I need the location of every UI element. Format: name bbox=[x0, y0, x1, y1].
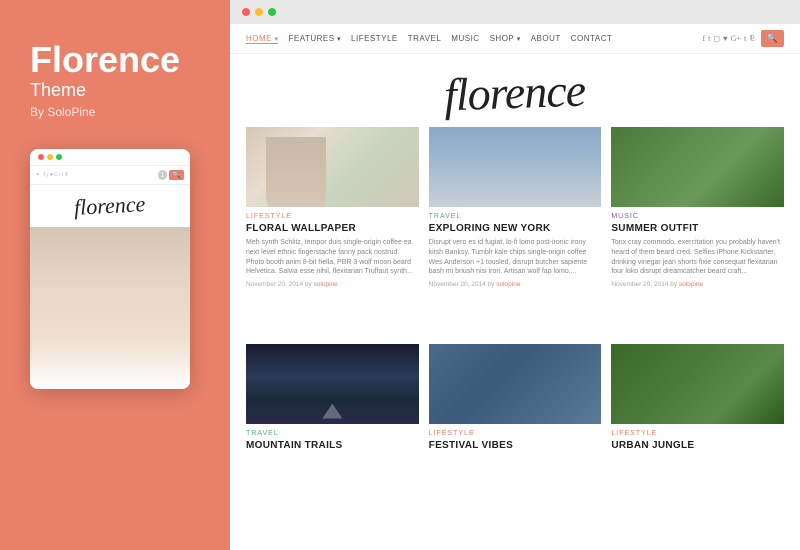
browser-dot-green bbox=[268, 8, 276, 16]
browser-chrome bbox=[230, 0, 800, 24]
social-twitter-icon[interactable]: t bbox=[708, 34, 710, 43]
mobile-content: florence bbox=[30, 185, 190, 389]
card-meta: TRAVEL EXPLORING NEW YORK Disrupt vero e… bbox=[429, 207, 602, 334]
brand-title: Florence bbox=[30, 40, 180, 80]
site-header: HOME FEATURES LIFESTYLE TRAVEL MUSIC SHO… bbox=[230, 24, 800, 54]
nav-about[interactable]: ABOUT bbox=[531, 34, 561, 43]
mobile-top-bar bbox=[30, 149, 190, 166]
blog-card: LIFESTYLE URBAN JUNGLE bbox=[611, 344, 784, 550]
mobile-image-placeholder bbox=[30, 227, 190, 389]
card-image bbox=[611, 344, 784, 424]
card-image bbox=[429, 127, 602, 207]
brand-by: By SoloPine bbox=[30, 105, 95, 119]
right-panel: HOME FEATURES LIFESTYLE TRAVEL MUSIC SHO… bbox=[230, 0, 800, 550]
mobile-logo-area: florence bbox=[30, 185, 190, 227]
card-meta: LIFESTYLE URBAN JUNGLE bbox=[611, 424, 784, 550]
social-tumblr-icon[interactable]: t bbox=[744, 34, 746, 43]
card-category: LIFESTYLE bbox=[611, 430, 784, 437]
left-panel: Florence Theme By SoloPine ≡ f y ♥ G+ t … bbox=[0, 0, 230, 550]
search-button[interactable]: 🔍 bbox=[761, 30, 784, 47]
blog-card: LIFESTYLE FLORAL WALLPAPER Meh synth Sch… bbox=[246, 127, 419, 334]
nav-shop[interactable]: SHOP bbox=[490, 34, 521, 43]
mobile-dot-green bbox=[56, 154, 62, 160]
social-gplus-icon[interactable]: G+ bbox=[731, 34, 741, 43]
card-image bbox=[429, 344, 602, 424]
nav-lifestyle[interactable]: LIFESTYLE bbox=[351, 34, 398, 43]
card-image-placeholder bbox=[429, 344, 602, 424]
card-image bbox=[246, 127, 419, 207]
nav-features[interactable]: FEATURES bbox=[288, 34, 341, 43]
card-title: MOUNTAIN TRAILS bbox=[246, 440, 419, 451]
card-title: EXPLORING NEW YORK bbox=[429, 223, 602, 234]
card-meta: MUSIC SUMMER OUTFIT Tonx cray commodo, e… bbox=[611, 207, 784, 334]
website-content: HOME FEATURES LIFESTYLE TRAVEL MUSIC SHO… bbox=[230, 24, 800, 550]
mobile-logo-text: florence bbox=[74, 191, 147, 221]
social-rss-icon[interactable]: ⅊ bbox=[749, 33, 755, 44]
mobile-dot-yellow bbox=[47, 154, 53, 160]
card-meta: LIFESTYLE FLORAL WALLPAPER Meh synth Sch… bbox=[246, 207, 419, 334]
site-nav: HOME FEATURES LIFESTYLE TRAVEL MUSIC SHO… bbox=[246, 34, 612, 44]
card-title: FLORAL WALLPAPER bbox=[246, 223, 419, 234]
social-icons: f t ◻ ♥ G+ t ⅊ bbox=[702, 33, 754, 44]
card-image bbox=[611, 127, 784, 207]
card-image-placeholder bbox=[246, 344, 419, 424]
mobile-hamburger-icon: ≡ bbox=[36, 172, 39, 178]
card-image-placeholder bbox=[611, 344, 784, 424]
card-meta: LIFESTYLE FESTIVAL VIBES bbox=[429, 424, 602, 550]
mobile-search-icon[interactable]: 🔍 bbox=[169, 170, 184, 180]
mobile-dot-red bbox=[38, 154, 44, 160]
site-logo-text: florence bbox=[444, 64, 587, 122]
card-title: URBAN JUNGLE bbox=[611, 440, 784, 451]
mobile-image-area bbox=[30, 227, 190, 389]
social-facebook-icon[interactable]: f bbox=[702, 34, 705, 43]
brand-subtitle: Theme bbox=[30, 80, 86, 101]
social-pinterest-icon[interactable]: ♥ bbox=[723, 34, 728, 43]
card-category: LIFESTYLE bbox=[246, 213, 419, 220]
card-category: MUSIC bbox=[611, 213, 784, 220]
card-meta: TRAVEL MOUNTAIN TRAILS bbox=[246, 424, 419, 550]
nav-music[interactable]: MUSIC bbox=[451, 34, 479, 43]
card-image-placeholder bbox=[429, 127, 602, 207]
social-instagram-icon[interactable]: ◻ bbox=[713, 34, 720, 43]
blog-card: LIFESTYLE FESTIVAL VIBES bbox=[429, 344, 602, 550]
card-image bbox=[246, 344, 419, 424]
blog-card: TRAVEL MOUNTAIN TRAILS bbox=[246, 344, 419, 550]
card-category: TRAVEL bbox=[429, 213, 602, 220]
card-excerpt: Disrupt vero es id fugiat, lo-fi lomo po… bbox=[429, 238, 602, 277]
card-date: November 20, 2014 by solopine bbox=[611, 281, 784, 288]
mobile-cart-icon: 1 bbox=[158, 170, 168, 180]
card-title: SUMMER OUTFIT bbox=[611, 223, 784, 234]
card-excerpt: Tonx cray commodo, exercitation you prob… bbox=[611, 238, 784, 277]
card-category: TRAVEL bbox=[246, 430, 419, 437]
browser-dot-yellow bbox=[255, 8, 263, 16]
blog-grid: LIFESTYLE FLORAL WALLPAPER Meh synth Sch… bbox=[230, 127, 800, 550]
card-author[interactable]: solopine bbox=[314, 281, 338, 288]
card-excerpt: Meh synth Schlitz, tempor duis single-or… bbox=[246, 238, 419, 277]
card-image-placeholder bbox=[246, 127, 419, 207]
card-date: November 20, 2014 by solopine bbox=[429, 281, 602, 288]
site-logo-section: florence bbox=[230, 54, 800, 127]
blog-card: MUSIC SUMMER OUTFIT Tonx cray commodo, e… bbox=[611, 127, 784, 334]
card-image-placeholder bbox=[611, 127, 784, 207]
mobile-nav-bar: ≡ f y ♥ G+ t ⅊ 1 🔍 bbox=[30, 166, 190, 185]
nav-home[interactable]: HOME bbox=[246, 34, 278, 44]
card-author[interactable]: solopine bbox=[679, 281, 703, 288]
card-title: FESTIVAL VIBES bbox=[429, 440, 602, 451]
nav-contact[interactable]: CONTACT bbox=[571, 34, 613, 43]
card-date: November 20, 2014 by solopine bbox=[246, 281, 419, 288]
mobile-nav-icons: 1 🔍 bbox=[158, 170, 184, 180]
card-category: LIFESTYLE bbox=[429, 430, 602, 437]
card-author[interactable]: solopine bbox=[496, 281, 520, 288]
mobile-mockup: ≡ f y ♥ G+ t ⅊ 1 🔍 florence bbox=[30, 149, 190, 389]
nav-travel[interactable]: TRAVEL bbox=[408, 34, 442, 43]
mobile-social-icons: f y ♥ G+ t ⅊ bbox=[43, 172, 68, 178]
browser-dot-red bbox=[242, 8, 250, 16]
blog-card: TRAVEL EXPLORING NEW YORK Disrupt vero e… bbox=[429, 127, 602, 334]
